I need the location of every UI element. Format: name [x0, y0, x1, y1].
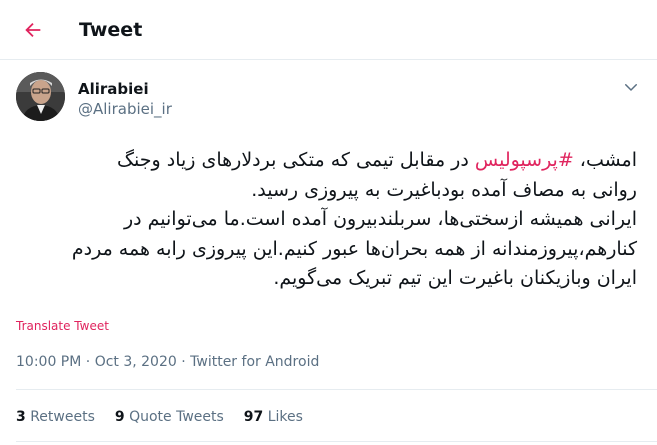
tweet-date[interactable]: Oct 3, 2020: [95, 354, 177, 370]
tweet-meta: 10:00 PM · Oct 3, 2020 · Twitter for And…: [16, 353, 319, 371]
tweet-text: امشب، #پرسپولیس در مقابل تیمی که متکی بر…: [37, 146, 637, 294]
tweet-stats: 3 Retweets 9 Quote Tweets 97 Likes: [16, 408, 323, 426]
meta-separator: ·: [81, 354, 95, 370]
chevron-down-icon[interactable]: [622, 78, 640, 96]
tweet-text-part: امشب،: [573, 149, 637, 171]
hashtag-link[interactable]: #پرسپولیس: [475, 149, 574, 171]
tweet-line-2: روانی به مصاف آمده بودباغیرت به پیروزی ر…: [251, 178, 637, 201]
meta-separator: ·: [176, 354, 191, 370]
page-title: Tweet: [79, 19, 143, 41]
translate-tweet-link[interactable]: Translate Tweet: [16, 319, 109, 334]
tweet-time[interactable]: 10:00 PM: [16, 354, 81, 370]
tweet-line-5: ایران وبازیکنان باغیرت این تیم تبریک می‌…: [273, 267, 637, 289]
divider: [16, 389, 657, 390]
quote-tweets-stat[interactable]: 9 Quote Tweets: [115, 408, 224, 426]
likes-count: 97: [243, 409, 264, 425]
avatar[interactable]: [16, 72, 65, 121]
author-name[interactable]: Alirabiei: [78, 80, 149, 98]
tweet-source[interactable]: Twitter for Android: [190, 354, 319, 370]
tweet-line-1: امشب، #پرسپولیس در مقابل تیمی که متکی بر…: [37, 146, 637, 176]
retweets-stat[interactable]: 3 Retweets: [16, 408, 95, 426]
likes-label: Likes: [267, 409, 303, 425]
retweets-label: Retweets: [30, 409, 95, 425]
top-bar: Tweet: [0, 0, 657, 60]
divider: [16, 441, 657, 442]
quote-tweets-count: 9: [114, 409, 125, 425]
likes-stat[interactable]: 97 Likes: [244, 408, 303, 426]
arrow-left-icon[interactable]: [22, 19, 44, 41]
quote-tweets-label: Quote Tweets: [129, 409, 224, 425]
retweets-count: 3: [16, 409, 26, 425]
tweet-line-4: کنارهم،پیروزمندانه از همه بحران‌ها عبور …: [71, 237, 637, 260]
tweet-line-3: ایرانی همیشه ازسختی‌ها، سربلندبیرون آمده…: [123, 208, 637, 230]
tweet-text-part: در مقابل تیمی که متکی بردلارهای زیاد وجن…: [117, 149, 475, 171]
author-handle[interactable]: @Alirabiei_ir: [78, 100, 172, 118]
